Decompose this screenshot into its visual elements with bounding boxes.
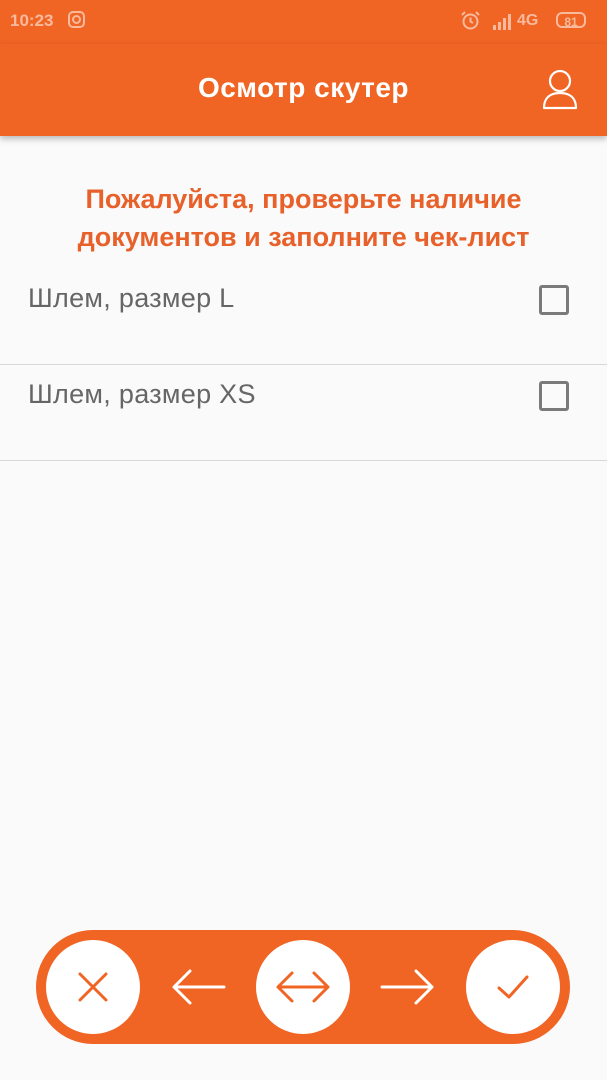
checklist-item[interactable]: Шлем, размер XS — [0, 365, 607, 461]
instagram-icon — [68, 11, 85, 28]
checkbox[interactable] — [539, 285, 569, 315]
arrow-left-icon[interactable] — [170, 965, 226, 1009]
battery-icon: 81 — [556, 12, 586, 29]
user-icon[interactable] — [540, 68, 580, 110]
checklist-item-label: Шлем, размер L — [28, 283, 235, 313]
close-button[interactable] — [46, 940, 140, 1034]
bottom-action-bar — [36, 930, 570, 1044]
network-type: 4G — [517, 12, 539, 29]
checkbox[interactable] — [539, 381, 569, 411]
signal-icon — [493, 14, 511, 30]
status-time: 10:23 — [10, 11, 54, 30]
check-icon — [497, 975, 529, 999]
status-bar: 10:23 4G 81 — [0, 0, 607, 44]
swap-icon — [276, 971, 330, 1003]
page-title: Осмотр скутер — [197, 72, 410, 103]
close-icon — [78, 972, 108, 1002]
swap-button[interactable] — [256, 940, 350, 1034]
checklist-item-label: Шлем, размер XS — [28, 379, 256, 409]
instruction-text: Пожалуйста, проверьте наличие документов… — [77, 184, 530, 252]
app-bar: Осмотр скутер — [0, 44, 607, 136]
checklist-item[interactable]: Шлем, размер L — [0, 269, 607, 365]
arrow-right-icon[interactable] — [380, 965, 436, 1009]
alarm-icon — [461, 11, 480, 30]
confirm-button[interactable] — [466, 940, 560, 1034]
